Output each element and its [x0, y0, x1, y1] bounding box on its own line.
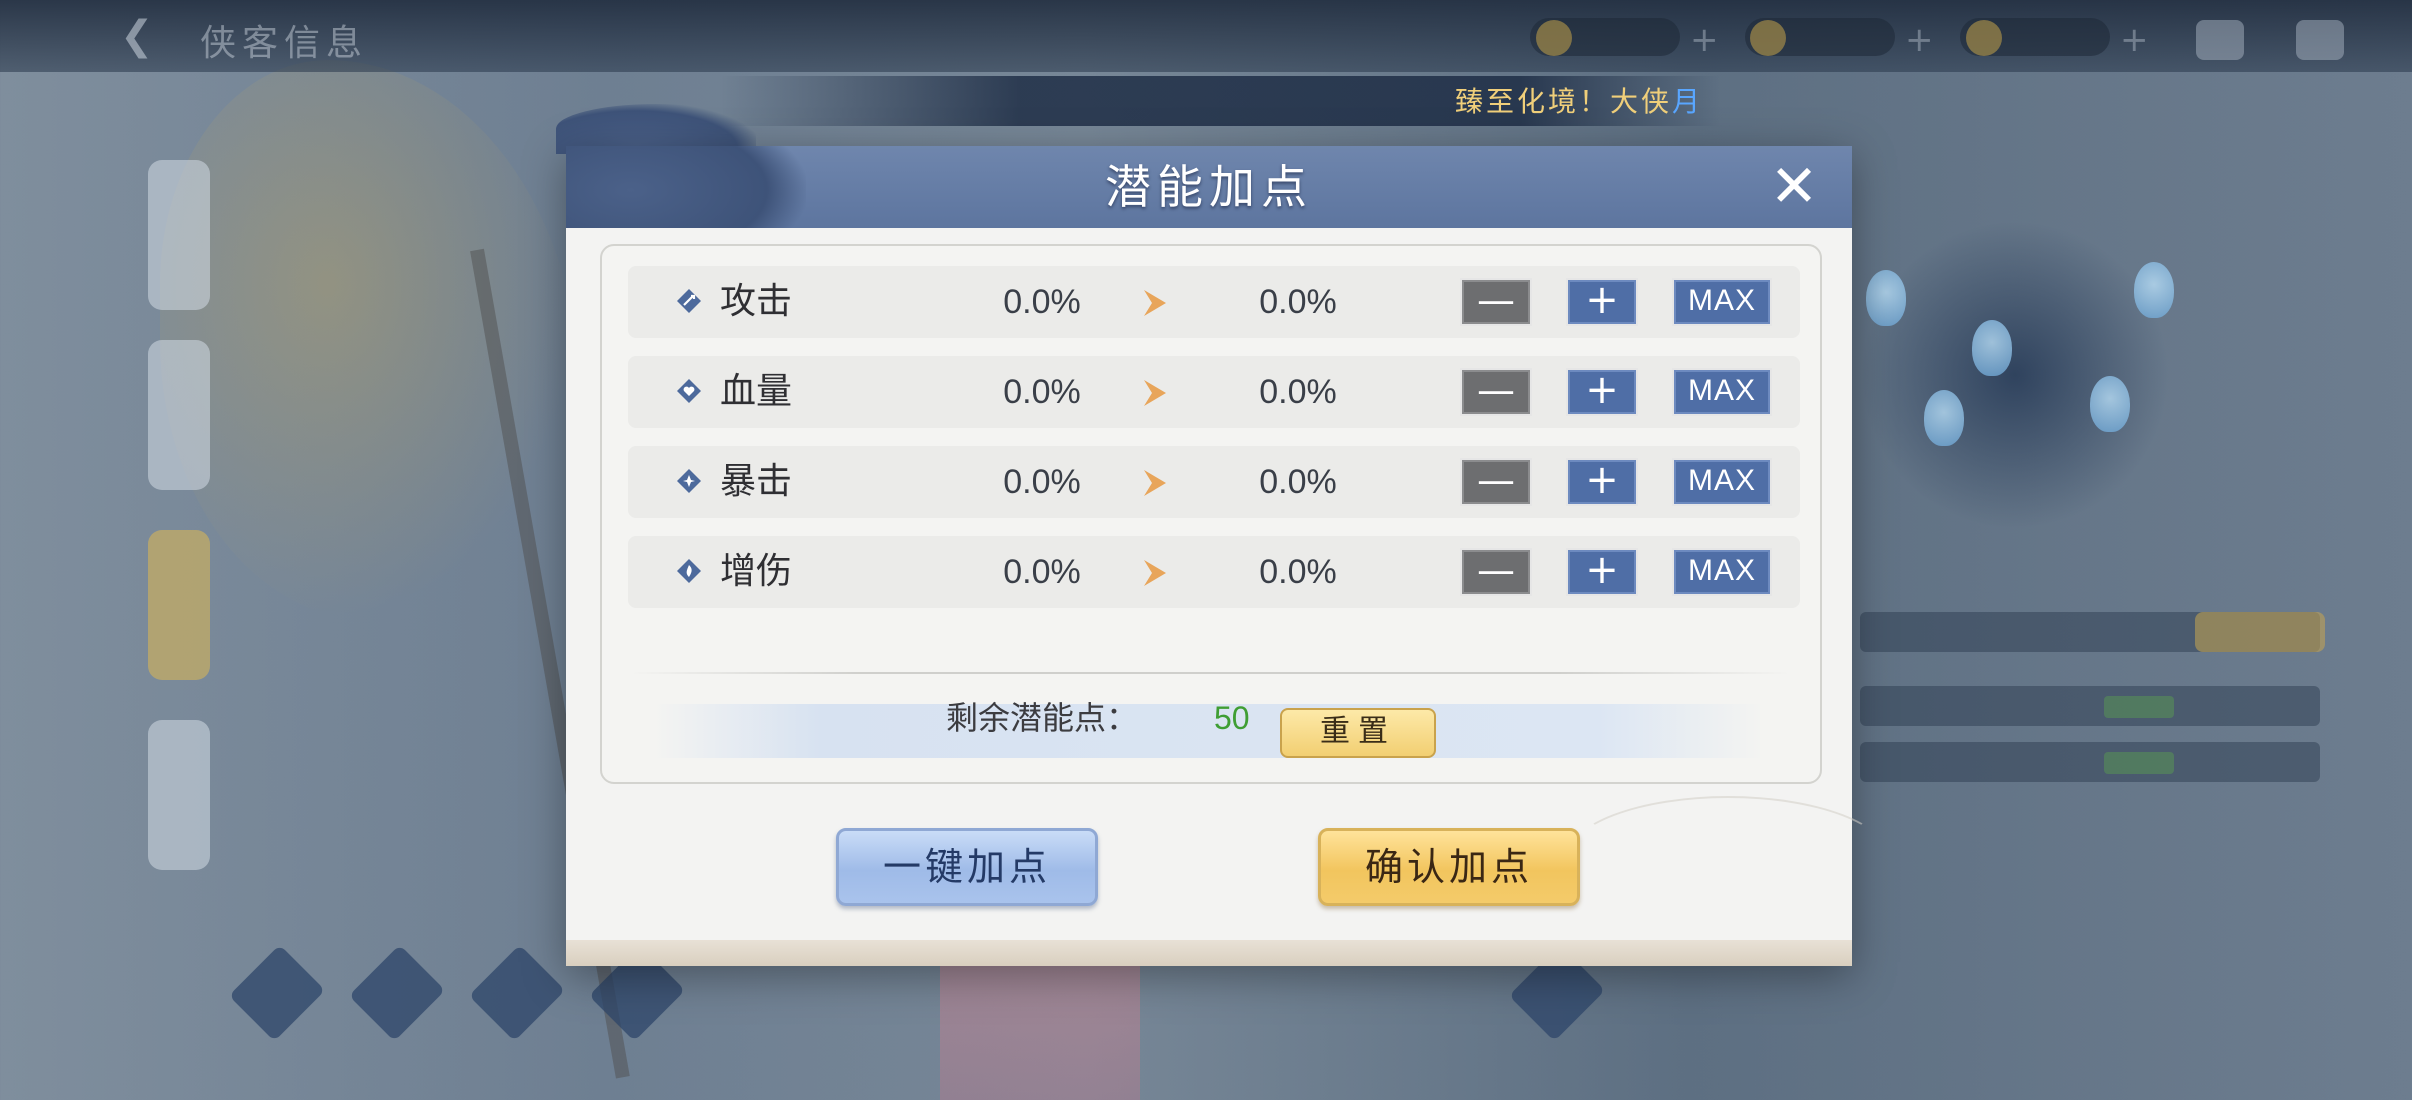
background-title: 侠客信息 — [200, 23, 369, 64]
dialog-header: 潜能加点 ✕ — [566, 146, 1852, 228]
minus-button[interactable]: — — [1460, 278, 1532, 326]
stat-name: 暴击 — [720, 461, 793, 502]
auto-allocate-button[interactable]: 一键加点 — [836, 828, 1098, 906]
stats-panel: 攻击 0.0% 0.0% — + MAX 血量 0.0% 0.0% — + MA… — [600, 244, 1822, 784]
status-text — [2104, 696, 2174, 718]
stat-row-damage-boost: 增伤 0.0% 0.0% — + MAX — [628, 536, 1800, 608]
stat-row-attack: 攻击 0.0% 0.0% — + MAX — [628, 266, 1800, 338]
menu-icon[interactable] — [2296, 20, 2344, 60]
potential-points-dialog: 潜能加点 ✕ 攻击 0.0% 0.0% — + MAX 血量 0.0% 0.0%… — [566, 146, 1890, 966]
arrow-right-icon — [1144, 470, 1166, 496]
gem-icon — [2090, 376, 2130, 432]
side-tab[interactable] — [148, 340, 210, 490]
remaining-points-label: 剩余潜能点： — [946, 699, 1139, 737]
info-bar — [1860, 742, 2320, 782]
skill-circle — [1860, 220, 2170, 530]
gem-icon — [1972, 320, 2012, 376]
stat-row-hp: 血量 0.0% 0.0% — + MAX — [628, 356, 1800, 428]
stat-next-value: 0.0% — [1259, 373, 1337, 411]
plus-button[interactable]: + — [1566, 458, 1638, 506]
add-currency-icon[interactable]: + — [2120, 20, 2149, 60]
status-text — [2104, 752, 2174, 774]
arrow-right-icon — [1144, 380, 1166, 406]
stat-current-value: 0.0% — [1003, 283, 1081, 321]
stat-name: 增伤 — [720, 551, 793, 592]
flame-diamond-icon — [677, 559, 701, 583]
reset-button[interactable]: 重置 — [1280, 708, 1436, 758]
arrow-right-icon — [1144, 290, 1166, 316]
ticker-text: 臻至化境！大侠月 — [1455, 85, 1704, 118]
minus-button[interactable]: — — [1460, 548, 1532, 596]
plus-button[interactable]: + — [1566, 368, 1638, 416]
remaining-points-value: 50 — [1214, 700, 1250, 736]
currency-icon — [1750, 20, 1786, 56]
max-button[interactable]: MAX — [1672, 548, 1772, 596]
add-currency-icon[interactable]: + — [1690, 20, 1719, 60]
currency-icon — [1536, 20, 1572, 56]
equipment-slot[interactable] — [228, 944, 326, 1042]
back-arrow-icon[interactable]: ❮ — [120, 14, 164, 58]
max-button[interactable]: MAX — [1672, 458, 1772, 506]
confirm-allocate-button[interactable]: 确认加点 — [1318, 828, 1580, 906]
stat-next-value: 0.0% — [1259, 283, 1337, 321]
stat-current-value: 0.0% — [1003, 553, 1081, 591]
sword-diamond-icon — [677, 289, 701, 313]
max-button[interactable]: MAX — [1672, 368, 1772, 416]
add-currency-icon[interactable]: + — [1905, 20, 1934, 60]
stat-name: 血量 — [720, 371, 793, 412]
stat-current-value: 0.0% — [1003, 373, 1081, 411]
stat-name: 攻击 — [720, 281, 793, 322]
divider — [630, 672, 1790, 674]
minus-button[interactable]: — — [1460, 368, 1532, 416]
stat-next-value: 0.0% — [1259, 463, 1337, 501]
remaining-points-bar — [654, 704, 1764, 758]
info-bar — [1860, 686, 2320, 726]
mail-icon[interactable] — [2196, 20, 2244, 60]
minus-button[interactable]: — — [1460, 458, 1532, 506]
plus-button[interactable]: + — [1566, 548, 1638, 596]
gem-icon — [1924, 390, 1964, 446]
stat-current-value: 0.0% — [1003, 463, 1081, 501]
stat-next-value: 0.0% — [1259, 553, 1337, 591]
close-icon[interactable]: ✕ — [1764, 156, 1824, 216]
stat-row-crit: 暴击 0.0% 0.0% — + MAX — [628, 446, 1800, 518]
side-tab[interactable] — [148, 160, 210, 310]
currency-icon — [1966, 20, 2002, 56]
burst-diamond-icon — [677, 469, 701, 493]
plus-button[interactable]: + — [1566, 278, 1638, 326]
side-tab[interactable] — [148, 720, 210, 870]
background-gold-button[interactable] — [2195, 612, 2325, 652]
dialog-footer — [566, 940, 1852, 966]
cloud-pattern — [1566, 796, 1890, 920]
heart-diamond-icon — [677, 379, 701, 403]
gem-icon — [2134, 262, 2174, 318]
arrow-right-icon — [1144, 560, 1166, 586]
dialog-title: 潜能加点 — [1105, 160, 1313, 214]
max-button[interactable]: MAX — [1672, 278, 1772, 326]
equipment-slot[interactable] — [468, 944, 566, 1042]
dragon-artwork — [160, 60, 580, 620]
side-tab-active[interactable] — [148, 530, 210, 680]
gem-icon — [1866, 270, 1906, 326]
equipment-slot[interactable] — [348, 944, 446, 1042]
